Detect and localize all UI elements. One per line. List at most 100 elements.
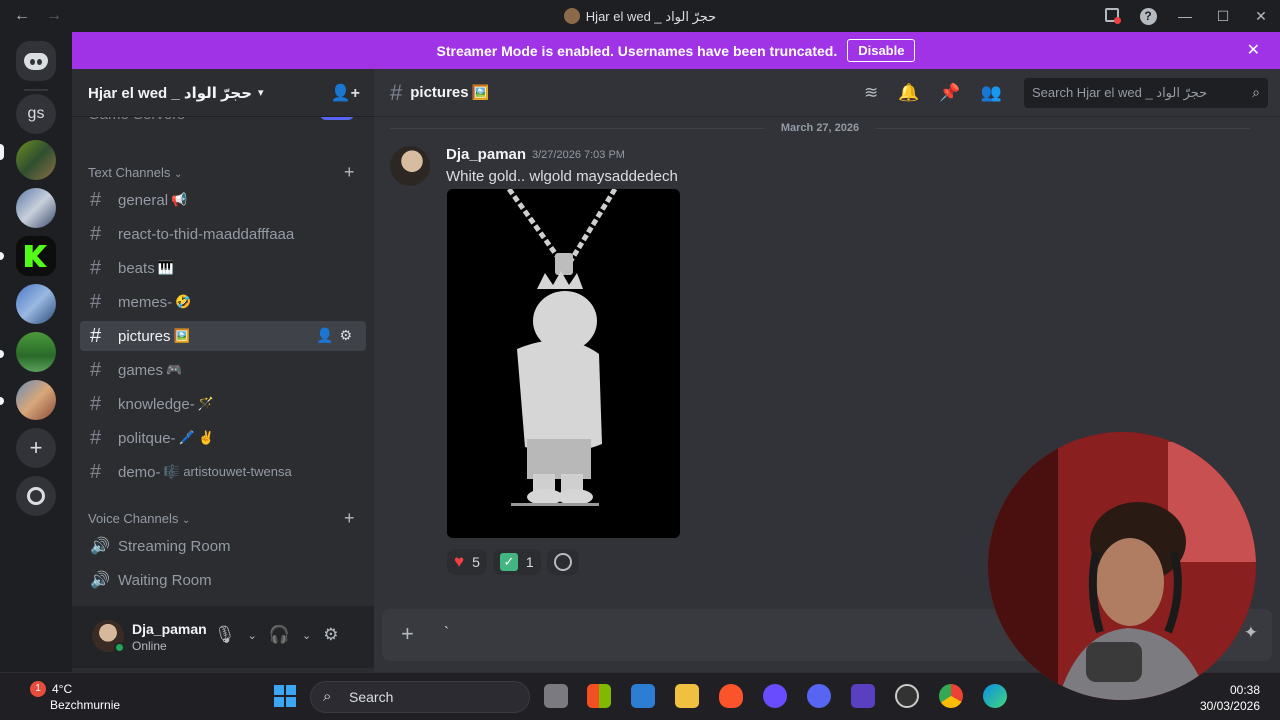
date-divider: March 27, 2026 (390, 122, 1250, 134)
message-avatar[interactable] (390, 146, 430, 186)
chrome-icon[interactable] (939, 684, 963, 708)
nav-buttons: ← → (14, 7, 62, 25)
invite-icon[interactable]: 👤 (316, 327, 339, 343)
channel-actions: 👤⚙ (316, 327, 358, 344)
image-attachment[interactable] (447, 189, 680, 538)
message-author[interactable]: Dja_paman (446, 146, 526, 163)
headphones-icon[interactable]: 🎧 (269, 625, 290, 645)
server-avatar-5[interactable] (16, 380, 56, 420)
user-status: Online (132, 639, 167, 653)
threads-icon[interactable]: ≋ (864, 83, 878, 103)
channel-label: Waiting Room (118, 571, 212, 589)
chevron-down-icon[interactable]: ⌄ (248, 629, 257, 645)
gear-icon[interactable]: ⚙ (339, 327, 358, 343)
pin-icon[interactable]: 📌 (939, 83, 960, 103)
channel-politque[interactable]: # politque- 🖊️ ✌️ (80, 423, 366, 453)
hash-icon: # (90, 392, 102, 415)
search-icon: ⌕ (323, 688, 332, 705)
add-attachment-icon[interactable]: + (401, 621, 414, 647)
create-voice-channel-icon[interactable]: + (344, 508, 355, 529)
discord-home-button[interactable] (16, 41, 56, 81)
apps-icon[interactable]: ✦ (1244, 623, 1258, 643)
invite-people-icon[interactable]: 👤+ (331, 83, 360, 103)
channel-beats[interactable]: # beats 🎹 (80, 253, 366, 283)
discord-logo-icon (24, 52, 48, 70)
voice-channel-streaming[interactable]: 🔊 Streaming Room (80, 531, 366, 561)
widgets-icon[interactable] (587, 684, 611, 708)
taskbar-search-label: Search (349, 689, 394, 705)
voice-channels-category[interactable]: Voice Channels ⌄ + (88, 508, 355, 528)
hash-icon: # (90, 222, 102, 245)
composer-text[interactable]: ` (444, 624, 449, 641)
server-avatar-4[interactable] (16, 332, 56, 372)
server-avatar-1[interactable] (16, 140, 56, 180)
file-explorer-icon[interactable] (675, 684, 699, 708)
server-pill (0, 350, 4, 358)
user-settings-gear-icon[interactable]: ⚙ (323, 625, 338, 645)
disable-streamer-button[interactable]: Disable (847, 39, 916, 62)
reaction-heart[interactable]: ♥ 5 (447, 549, 487, 575)
clock[interactable]: 00:38 30/03/2026 (1200, 682, 1260, 714)
channel-memes[interactable]: # memes- 🤣 (80, 287, 366, 317)
server-avatar-2[interactable] (16, 188, 56, 228)
obs-icon[interactable] (895, 684, 919, 708)
help-icon[interactable]: ? (1130, 7, 1166, 25)
bell-icon[interactable]: 🔔 (898, 83, 919, 103)
maximize-button[interactable]: ☐ (1204, 8, 1242, 25)
channel-general[interactable]: # general 📢 (80, 185, 366, 215)
close-button[interactable]: ✕ (1242, 8, 1280, 25)
channel-label: beats (118, 259, 155, 277)
hash-icon: # (90, 460, 102, 483)
search-input[interactable]: Search Hjar el wed _ حجرّ الواد ⌕ (1024, 78, 1268, 108)
back-arrow-icon[interactable]: ← (14, 7, 30, 25)
chevron-down-icon[interactable]: ⌄ (302, 629, 311, 645)
hash-icon: # (90, 426, 102, 449)
search-icon: ⌕ (1252, 84, 1260, 100)
server-avatar-3[interactable] (16, 284, 56, 324)
channel-games[interactable]: # games 🎮 (80, 355, 366, 385)
taskbar-search[interactable]: ⌕ Search (310, 681, 530, 713)
microphone-icon[interactable]: 🎙 (214, 625, 236, 645)
text-channels-category[interactable]: Text Channels ⌄ + (88, 162, 355, 182)
channel-label: memes- (118, 293, 173, 311)
channel-label: games (118, 361, 164, 379)
channel-emoji: 🎮 (166, 362, 183, 377)
channel-demo[interactable]: # demo- 🎼 artistouwet-twensa (80, 457, 366, 487)
close-banner-icon[interactable]: ✕ (1247, 40, 1260, 60)
minimize-button[interactable]: — (1166, 8, 1204, 24)
chevron-down-icon: ⌄ (181, 515, 191, 526)
voice-channel-waiting[interactable]: 🔊 Waiting Room (80, 565, 366, 595)
discord-taskbar-icon[interactable] (807, 684, 831, 708)
task-view-icon[interactable] (544, 684, 568, 708)
server-avatar-kick[interactable] (16, 236, 56, 276)
member-list-icon[interactable]: 👥 (981, 83, 1002, 103)
server-header[interactable]: Hjar el wed _ حجرّ الواد ▾ 👤+ (72, 69, 374, 117)
forward-arrow-icon[interactable]: → (46, 7, 62, 25)
discover-button[interactable] (16, 476, 56, 516)
add-server-button[interactable]: + (16, 428, 56, 468)
channel-react[interactable]: # react-to-thid-maaddafffaaa (80, 219, 366, 249)
heart-icon: ♥ (454, 552, 465, 571)
channel-emoji: 🪄 (197, 396, 214, 411)
hash-icon: # (90, 256, 102, 279)
channel-knowledge[interactable]: # knowledge- 🪄 (80, 389, 366, 419)
speaker-icon: 🔊 (90, 572, 110, 589)
create-text-channel-icon[interactable]: + (344, 162, 355, 183)
channel-pictures[interactable]: # pictures 🖼️ 👤⚙ (80, 321, 366, 351)
windows-start-icon[interactable] (274, 685, 296, 707)
channel-label: knowledge- (118, 395, 195, 413)
channel-label: politque- (118, 429, 176, 447)
add-reaction-button[interactable] (546, 549, 579, 575)
bootstrap-icon[interactable] (851, 684, 875, 708)
title-bar: ← → Hjar el wed _ حجرّ الواد ? — ☐ ✕ (0, 0, 1280, 32)
edge-icon[interactable] (983, 684, 1007, 708)
inbox-icon[interactable] (1094, 7, 1130, 25)
reaction-check[interactable]: ✓ 1 (492, 549, 541, 575)
store-icon[interactable] (631, 684, 655, 708)
search-placeholder: Search Hjar el wed _ حجرّ الواد (1032, 85, 1208, 100)
app-icon[interactable] (763, 684, 787, 708)
brave-icon[interactable] (719, 684, 743, 708)
server-pill (0, 252, 4, 260)
channel-label: demo- (118, 463, 161, 481)
server-gs[interactable]: gs (16, 94, 56, 134)
